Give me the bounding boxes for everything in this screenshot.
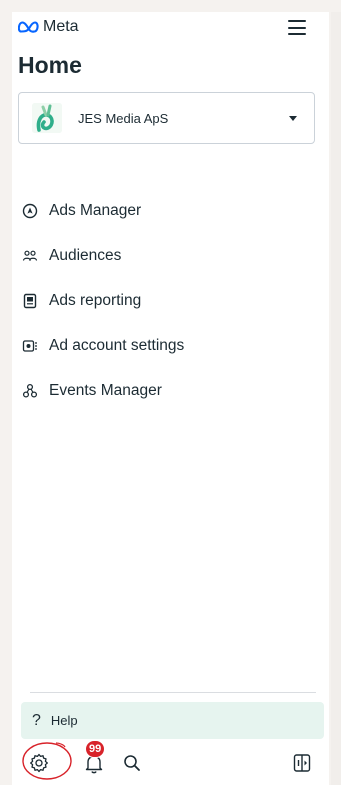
panel-toggle-icon bbox=[293, 754, 311, 772]
page-title: Home bbox=[18, 52, 82, 78]
sidebar-nav: Ads Manager Audiences Ads reporting Ad a… bbox=[18, 188, 315, 413]
events-manager-icon bbox=[22, 383, 38, 399]
audiences-icon bbox=[22, 248, 38, 264]
brand-name: Meta bbox=[43, 18, 79, 35]
search-button[interactable] bbox=[122, 753, 142, 773]
notification-badge: 99 bbox=[85, 740, 106, 758]
ad-account-settings-icon bbox=[22, 338, 38, 354]
account-selector[interactable]: JES Media ApS bbox=[18, 92, 315, 144]
account-logo bbox=[32, 103, 62, 133]
nav-item-label: Ads Manager bbox=[49, 201, 142, 219]
panel-toggle-button[interactable] bbox=[293, 753, 311, 773]
topbar: Meta bbox=[18, 12, 308, 46]
caret-down-icon bbox=[289, 115, 297, 121]
nav-item-label: Ads reporting bbox=[49, 291, 142, 309]
content-area-edge bbox=[331, 12, 341, 785]
gear-icon bbox=[30, 753, 48, 773]
nav-item-label: Ad account settings bbox=[49, 336, 185, 354]
nav-item-label: Audiences bbox=[49, 246, 122, 264]
nav-item-ads-manager[interactable]: Ads Manager bbox=[18, 188, 315, 233]
nav-item-events-manager[interactable]: Events Manager bbox=[18, 368, 315, 413]
divider bbox=[30, 692, 316, 693]
nav-item-ads-reporting[interactable]: Ads reporting bbox=[18, 278, 315, 323]
hamburger-menu-icon[interactable] bbox=[288, 20, 306, 35]
question-icon: ? bbox=[32, 711, 41, 729]
help-button[interactable]: ? Help bbox=[21, 702, 324, 739]
help-label: Help bbox=[50, 713, 78, 728]
nav-item-label: Events Manager bbox=[49, 381, 162, 399]
ads-manager-icon bbox=[22, 203, 38, 219]
nav-item-ad-account-settings[interactable]: Ad account settings bbox=[18, 323, 315, 368]
meta-infinity-icon bbox=[18, 21, 39, 33]
bottom-toolbar: 99 bbox=[18, 740, 315, 780]
settings-button[interactable] bbox=[29, 753, 49, 773]
meta-logo[interactable]: Meta bbox=[18, 18, 79, 36]
ads-reporting-icon bbox=[22, 293, 38, 309]
account-name: JES Media ApS bbox=[78, 110, 169, 126]
nav-item-audiences[interactable]: Audiences bbox=[18, 233, 315, 278]
search-icon bbox=[124, 755, 140, 771]
